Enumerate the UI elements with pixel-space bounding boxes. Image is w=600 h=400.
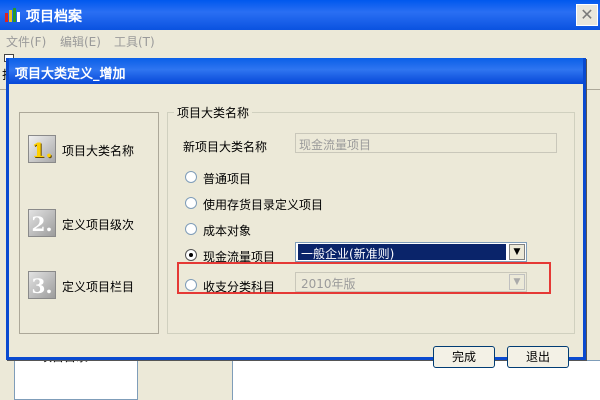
menu-bar: 文件(F) 编辑(E) 工具(T) bbox=[0, 30, 600, 50]
dropdown-arrow-icon[interactable]: ▼ bbox=[509, 244, 525, 260]
exit-button[interactable]: 退出 bbox=[507, 346, 569, 368]
step-3-number-icon: 3. bbox=[28, 271, 56, 299]
step-1-label: 项目大类名称 bbox=[62, 144, 135, 158]
menu-file[interactable]: 文件(F) bbox=[6, 33, 46, 50]
parent-right-edge bbox=[586, 100, 600, 360]
step-2-label: 定义项目级次 bbox=[62, 218, 135, 232]
radio-circle-icon bbox=[185, 171, 197, 183]
menu-edit[interactable]: 编辑(E) bbox=[60, 33, 101, 50]
cashflow-type-select[interactable]: 一般企业(新准则) ▼ bbox=[295, 242, 527, 262]
radio-checked-icon bbox=[185, 249, 197, 261]
radio-budget-subject-label: 收支分类科目 bbox=[203, 280, 276, 294]
cashflow-type-value: 一般企业(新准则) bbox=[298, 244, 506, 261]
step-1: 1. 项目大类名称 bbox=[28, 135, 158, 165]
step-1-number-icon: 1. bbox=[28, 135, 56, 163]
define-category-dialog: 项目大类定义_增加 1. 项目大类名称 2. 定义项目级次 3. 定义项目栏目 … bbox=[6, 58, 586, 368]
step-2-number-icon: 2. bbox=[28, 209, 56, 237]
parent-title-bar: 项目档案 bbox=[0, 0, 600, 30]
close-icon[interactable]: ✕ bbox=[576, 4, 598, 26]
steps-panel: 1. 项目大类名称 2. 定义项目级次 3. 定义项目栏目 bbox=[19, 112, 159, 334]
menu-tools[interactable]: 工具(T) bbox=[114, 33, 155, 50]
radio-general-label: 普通项目 bbox=[203, 172, 252, 186]
step-3-label: 定义项目栏目 bbox=[62, 280, 135, 294]
new-name-field[interactable]: 现金流量项目 bbox=[295, 133, 557, 153]
radio-circle-icon bbox=[185, 223, 197, 235]
dialog-title-bar: 项目大类定义_增加 bbox=[9, 58, 583, 84]
budget-version-select: 2010年版 ▼ bbox=[295, 272, 527, 292]
dialog-title: 项目大类定义_增加 bbox=[15, 67, 126, 82]
radio-cost-object-label: 成本对象 bbox=[203, 224, 252, 238]
dialog-body: 1. 项目大类名称 2. 定义项目级次 3. 定义项目栏目 项目大类名称 新项目… bbox=[9, 84, 583, 368]
app-icon bbox=[5, 8, 20, 22]
new-name-label: 新项目大类名称 bbox=[183, 140, 268, 154]
dropdown-arrow-icon: ▼ bbox=[509, 274, 525, 290]
budget-version-value: 2010年版 bbox=[301, 277, 356, 291]
step-2: 2. 定义项目级次 bbox=[28, 209, 158, 239]
radio-circle-icon bbox=[185, 197, 197, 209]
parent-title: 项目档案 bbox=[26, 9, 82, 25]
group-title: 项目大类名称 bbox=[174, 104, 253, 121]
finish-button[interactable]: 完成 bbox=[433, 346, 495, 368]
radio-circle-icon bbox=[185, 279, 197, 291]
radio-inventory-label: 使用存货目录定义项目 bbox=[203, 198, 324, 212]
step-3: 3. 定义项目栏目 bbox=[28, 271, 158, 301]
